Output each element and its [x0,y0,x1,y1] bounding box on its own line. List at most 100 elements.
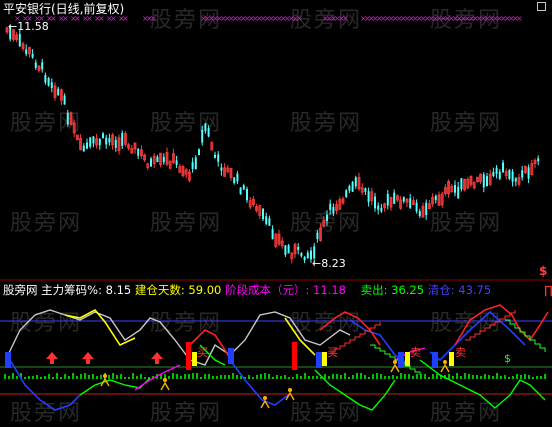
baseline-bar [400,373,402,379]
candle-body [492,172,495,177]
baseline-bar [360,373,362,379]
baseline-bar [188,374,190,379]
candle-body [105,137,108,145]
baseline-bar [296,374,298,379]
candle-body [348,185,351,191]
candle-body [537,158,540,162]
candle-body [236,173,239,182]
candle-body [508,169,511,179]
candle-body [454,185,456,193]
baseline-bar [364,375,366,379]
stage-cost-value: 11.18 [313,283,346,297]
signal-star: × [74,14,81,23]
signal-star: × [86,14,93,23]
baseline-bar [380,374,382,379]
main-chip-label: 主力筹码%: [41,283,106,297]
baseline-bar [64,374,66,379]
trade-marker: 买 [327,346,338,359]
candle-body [233,177,236,183]
baseline-bar [540,376,542,379]
baseline-bar [432,374,434,379]
kline-chart[interactable]: × ×× ×× ×× ×× ×× ×× ×× ×× ×× ××× ××××××××××××××××××… [0,0,552,423]
baseline-bar [264,373,266,379]
candle-body [207,128,210,137]
baseline-bar [416,374,418,379]
baseline-bar [388,376,390,379]
trade-marker: 卖 [455,346,466,359]
baseline-bar [404,374,406,379]
baseline-bar [132,373,134,379]
baseline-bar [412,376,414,379]
yellow-line [284,317,316,356]
candle-body [502,162,504,173]
baseline-bar [304,373,306,379]
baseline-bar [68,376,70,379]
baseline-bar [128,377,130,379]
candle-body [377,205,380,210]
candle-body [297,246,300,250]
baseline-bar [120,374,122,379]
high-price-label: ←11.58 [8,20,49,33]
up-arrow-icon [46,352,58,364]
candle-body [434,195,437,201]
signal-bar [316,352,322,368]
baseline-bar [168,376,170,379]
baseline-bar [56,373,58,379]
figure-icon [288,388,292,392]
candle-body [374,196,376,209]
signal-star: × [150,14,157,23]
baseline-bar [136,376,138,379]
baseline-bar [528,375,530,379]
baseline-bar [216,376,218,379]
signal-star: × [62,14,69,23]
candle-body [306,252,309,259]
baseline-bar [196,373,198,379]
baseline-bar [344,373,346,379]
signal-bar [228,348,234,364]
candle-body [150,158,152,167]
baseline-bar [84,373,86,379]
candle-body [268,218,271,226]
baseline-bar [272,377,274,379]
baseline-bar [276,375,278,379]
baseline-bar [476,375,478,379]
figure-icon [390,363,400,373]
baseline-bar [116,375,118,379]
candle-body [300,253,303,257]
baseline-bar [144,377,146,379]
candle-body [194,157,197,170]
candle-body [66,112,69,125]
baseline-bar [356,373,358,379]
signal-star: × [98,14,105,23]
candle-body [175,160,178,166]
candle-body [47,78,50,86]
baseline-bar [8,376,10,379]
candle-body [393,192,396,204]
signal-star: × [296,14,303,23]
signal-star: × [122,14,129,23]
candle-body [31,53,34,58]
baseline-bar [172,373,174,379]
up-arrow-icon [82,352,94,364]
baseline-bar [524,374,526,379]
indicator-lines: 买 买 卖 卖 $ [0,279,552,411]
candle-body [332,206,335,214]
signal-star: × [342,14,349,23]
signal-bar [292,342,297,370]
candle-body [329,203,332,210]
baseline-bar [100,375,102,379]
baseline-bar [40,377,42,379]
baseline-bar [12,373,14,379]
candle-body [239,187,242,195]
baseline-bar [496,373,498,379]
baseline-bar [436,374,438,379]
baseline-bar [492,376,494,379]
baseline-bar [520,375,522,379]
signal-bar [432,352,438,368]
baseline-bar [472,375,474,379]
baseline-bar [256,375,258,379]
trade-marker: 买 [197,346,208,359]
baseline-bar [88,375,90,379]
candle-body [265,216,268,224]
baseline-bar [392,375,394,379]
